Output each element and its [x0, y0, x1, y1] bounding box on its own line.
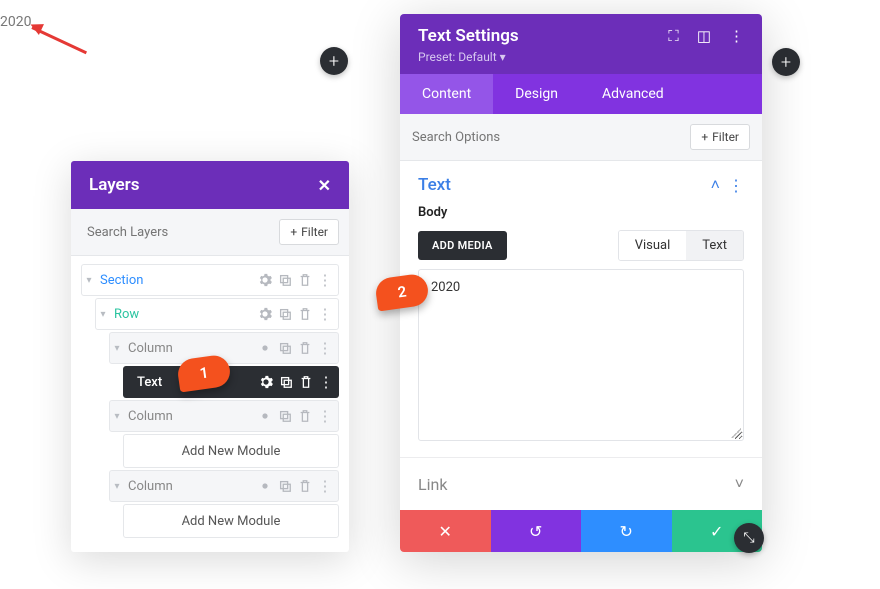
editor-toolbar: ADD MEDIA Visual Text [400, 220, 762, 261]
expand-icon[interactable]: ⛶ [668, 27, 679, 45]
canvas-text-module[interactable]: 2020 [0, 14, 31, 30]
annotation-step-1: 1 [178, 357, 230, 389]
link-section-header[interactable]: Link ˅ [400, 457, 762, 510]
tree-row-text-module[interactable]: Text [123, 366, 339, 398]
editor-tab-visual[interactable]: Visual [619, 231, 687, 260]
annotation-step-2: 2 [376, 276, 428, 308]
more-icon[interactable] [318, 307, 332, 321]
more-icon[interactable] [318, 479, 332, 493]
duplicate-icon[interactable] [278, 273, 292, 287]
duplicate-icon[interactable] [278, 341, 292, 355]
layers-search-row: + Filter [71, 209, 349, 256]
add-section-button[interactable]: + [320, 47, 348, 75]
text-section-header[interactable]: Text ˄ ⋮ [400, 161, 762, 205]
columns-icon[interactable]: ◫ [697, 27, 711, 45]
gear-icon[interactable] [258, 341, 272, 355]
body-label: Body [400, 205, 762, 220]
tree-row-row[interactable]: ▾ Row [95, 298, 339, 330]
tab-design[interactable]: Design [493, 74, 580, 114]
preset-selector[interactable]: Preset: Default ▾ [418, 50, 744, 64]
tree-label[interactable]: Column [124, 341, 258, 356]
more-icon[interactable]: ⋮ [728, 176, 744, 195]
settings-title: Text Settings [418, 26, 519, 46]
settings-filter-button[interactable]: + Filter [690, 124, 750, 150]
editor-mode-tabs: Visual Text [618, 230, 744, 261]
plus-icon: + [290, 225, 297, 239]
caret-down-icon[interactable]: ▾ [110, 411, 124, 422]
settings-action-bar: ✕ ↺ ↻ ✓ [400, 510, 762, 552]
settings-search-input[interactable] [412, 130, 682, 145]
annotation-arrow-1 [32, 26, 92, 29]
filter-label: Filter [712, 130, 739, 144]
duplicate-icon[interactable] [279, 375, 293, 389]
layers-title: Layers [89, 175, 140, 195]
tree-label[interactable]: Section [96, 273, 258, 288]
undo-button[interactable]: ↺ [491, 510, 582, 552]
link-section-title: Link [418, 475, 447, 494]
resize-handle[interactable]: ⤡ [734, 523, 764, 553]
editor-tab-text[interactable]: Text [686, 231, 743, 260]
tree-row-column[interactable]: ▾ Column [109, 400, 339, 432]
gear-icon[interactable] [258, 307, 272, 321]
duplicate-icon[interactable] [278, 307, 292, 321]
trash-icon[interactable] [298, 341, 312, 355]
layers-filter-button[interactable]: + Filter [279, 219, 339, 245]
caret-down-icon[interactable]: ▾ [82, 275, 96, 286]
plus-icon: + [701, 130, 708, 144]
gear-icon[interactable] [259, 375, 273, 389]
duplicate-icon[interactable] [278, 479, 292, 493]
settings-header: Text Settings ⛶ ◫ ⋮ Preset: Default ▾ [400, 14, 762, 74]
gear-icon[interactable] [258, 479, 272, 493]
add-module-button[interactable]: Add New Module [123, 504, 339, 538]
caret-down-icon[interactable]: ▾ [110, 343, 124, 354]
settings-search-row: + Filter [400, 114, 762, 161]
text-settings-panel: Text Settings ⛶ ◫ ⋮ Preset: Default ▾ Co… [400, 14, 762, 552]
chevron-up-icon[interactable]: ˄ [711, 175, 720, 195]
filter-label: Filter [301, 225, 328, 239]
gear-icon[interactable] [258, 273, 272, 287]
tree-row-section[interactable]: ▾ Section [81, 264, 339, 296]
duplicate-icon[interactable] [278, 409, 292, 423]
layers-search-input[interactable] [81, 221, 271, 244]
layers-tree: ▾ Section ▾ Row ▾ Column [71, 256, 349, 552]
trash-icon[interactable] [299, 375, 313, 389]
tree-row-column[interactable]: ▾ Column [109, 470, 339, 502]
more-icon[interactable]: ⋮ [729, 27, 744, 45]
more-icon[interactable] [318, 409, 332, 423]
add-media-button[interactable]: ADD MEDIA [418, 231, 507, 260]
more-icon[interactable] [318, 341, 332, 355]
tree-label[interactable]: Column [124, 409, 258, 424]
layers-header: Layers ✕ [71, 161, 349, 209]
tree-label[interactable]: Column [124, 479, 258, 494]
gear-icon[interactable] [258, 409, 272, 423]
trash-icon[interactable] [298, 307, 312, 321]
tab-content[interactable]: Content [400, 74, 493, 114]
add-module-button[interactable]: Add New Module [123, 434, 339, 468]
trash-icon[interactable] [298, 479, 312, 493]
tree-label[interactable]: Row [110, 307, 258, 322]
tab-advanced[interactable]: Advanced [580, 74, 686, 114]
body-editor-textarea[interactable]: 2020 [418, 269, 744, 441]
more-icon[interactable] [318, 273, 332, 287]
caret-down-icon[interactable]: ▾ [110, 481, 124, 492]
settings-tabs: Content Design Advanced [400, 74, 762, 114]
redo-button[interactable]: ↻ [581, 510, 672, 552]
trash-icon[interactable] [298, 409, 312, 423]
caret-down-icon[interactable]: ▾ [96, 309, 110, 320]
discard-button[interactable]: ✕ [400, 510, 491, 552]
trash-icon[interactable] [298, 273, 312, 287]
chevron-down-icon: ˅ [735, 474, 744, 494]
add-section-button[interactable]: + [772, 48, 800, 76]
caret-down-icon: ▾ [500, 50, 506, 64]
close-icon[interactable]: ✕ [318, 176, 331, 195]
text-section-title: Text [418, 175, 451, 195]
more-icon[interactable] [319, 375, 333, 389]
